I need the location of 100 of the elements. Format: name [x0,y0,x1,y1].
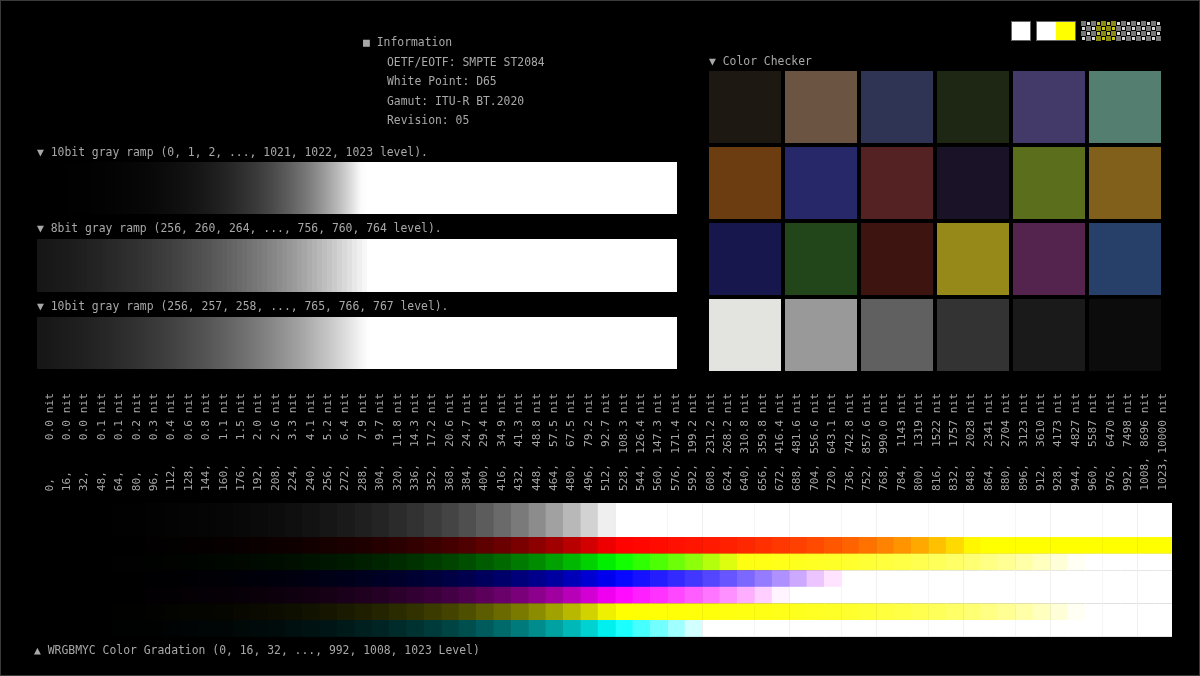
nit-label: 1522 nit [930,393,943,447]
nit-label: 0.6 nit [182,393,195,441]
nit-label: 481.6 nit [791,393,804,454]
level-label: 96, [148,470,161,491]
nit-label: 0.3 nit [148,393,161,441]
nit-label: 0.8 nit [200,393,213,441]
level-label: 160, [217,464,230,491]
nit-label: 231.2 nit [704,393,717,454]
nit-label: 1757 nit [948,393,960,447]
checker-heading: ▼ Color Checker [709,53,813,69]
nit-label: 0.4 nit [165,393,178,441]
nit-label: 990.0 nit [878,393,891,454]
level-label: 320, [391,464,404,491]
nit-label: 147.3 nit [652,393,665,454]
nit-label: 310.8 nit [739,393,752,454]
nit-label: 2704 nit [1000,393,1013,447]
nit-label: 126.4 nit [634,393,647,454]
level-label: 688, [791,464,804,491]
info-line: OETF/EOTF: SMPTE ST2084 [387,53,546,71]
nit-label: 742.8 nit [843,393,856,454]
level-label: 336, [408,464,421,491]
nit-label: 24.7 nit [461,393,474,447]
nit-label: 2.0 nit [252,393,265,441]
level-label: 256, [321,464,334,491]
nit-label: 57.5 nit [548,393,560,447]
nit-label: 0.0 nit [78,393,91,441]
nit-label: 8696 nit [1139,393,1152,447]
level-label: 32, [78,470,91,491]
nit-label: 29.4 nit [478,393,491,447]
level-label: 768, [878,464,891,491]
level-label: 800, [913,464,926,491]
nit-label: 34.9 nit [495,393,508,447]
level-label: 480, [565,464,578,491]
level-label: 448, [530,464,543,491]
info-line: Revision: 05 [387,112,471,129]
level-label: 288, [356,464,369,491]
level-label: 560, [652,464,665,491]
nit-label: 7498 nit [1121,393,1134,447]
split-reference-patch [1036,21,1076,41]
level-label: 848, [965,464,978,491]
level-label: 752, [861,464,874,491]
nit-label: 7.9 nit [356,393,369,441]
nit-label: 92.7 nit [600,393,613,447]
nit-label: 0.1 nit [113,393,126,441]
level-label: 48, [95,470,108,491]
level-label: 1023, [1156,457,1169,491]
nit-label: 6.4 nit [339,393,352,441]
nit-label: 9.7 nit [374,393,387,441]
level-label: 128, [182,464,195,491]
level-label: 832, [948,464,960,491]
level-label: 416, [495,464,508,491]
nit-label: 199.2 nit [687,393,700,454]
nit-label: 643.1 nit [826,393,839,454]
nit-label: 4173 nit [1052,393,1065,447]
level-label: 432, [513,464,526,491]
level-label: 224, [287,464,300,491]
nit-label: 108.3 nit [617,393,630,454]
level-label: 368, [443,464,456,491]
info-line: White Point: D65 [387,73,498,90]
nit-label: 556.6 nit [808,393,821,454]
nit-label: 20.6 nit [443,393,456,447]
level-label: 640, [739,464,752,491]
level-label: 704, [808,464,821,491]
level-label: 176, [235,464,247,491]
nit-label: 1319 nit [913,393,926,447]
nit-label: 2028 nit [965,393,978,447]
level-label: 720, [826,464,839,491]
nit-label: 17.2 nit [426,393,439,447]
level-label: 544, [634,464,647,491]
level-label: 880, [1000,464,1013,491]
nit-label: 171.4 nit [669,393,682,454]
nit-label: 1.5 nit [235,393,247,441]
nit-label: 359.8 nit [756,393,769,454]
level-label: 144, [200,464,213,491]
level-label: 944, [1069,464,1082,491]
level-label: 816, [930,464,943,491]
gradation-heading: ▲ WRGBMYC Color Gradation (0, 16, 32, ..., 992, 1008, 1023 Level) [34,641,481,658]
level-label: 976, [1104,464,1117,491]
nit-label: 79.2 nit [582,393,595,447]
level-label: 592, [687,464,700,491]
nit-label: 14.3 nit [408,393,421,447]
nit-label: 41.3 nit [513,393,526,447]
level-label: 496, [582,464,595,491]
nit-label: 3.3 nit [287,393,300,441]
nit-label: 4827 nit [1069,393,1082,447]
nit-label: 5587 nit [1087,393,1100,447]
nit-label: 11.8 nit [391,393,404,447]
level-label: 992, [1121,464,1134,491]
nit-label: 0.1 nit [95,393,108,441]
level-label: 528, [617,464,630,491]
level-label: 464, [548,464,560,491]
nit-label: 67.5 nit [565,393,578,447]
reference-patch [1011,21,1031,41]
level-label: 80, [130,470,143,491]
ramp-heading: ▼ 8bit gray ramp (256, 260, 264, ..., 756, 760, 764 level). [37,220,443,237]
level-label: 896, [1017,464,1030,491]
level-label: 384, [461,464,474,491]
level-label: 864, [982,464,995,491]
info-title: ■ Information [363,34,454,51]
level-label: 0, [43,477,56,491]
